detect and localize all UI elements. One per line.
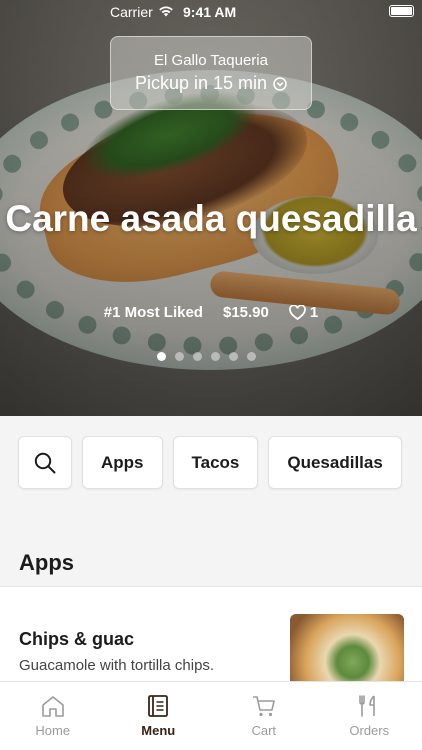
pickup-time: Pickup in 15 min (134, 73, 268, 93)
menu-item[interactable]: Chips & guac Guacamole with tortilla chi… (0, 587, 422, 694)
menu-icon (148, 695, 169, 717)
item-description: Guacamole with tortilla chips. (19, 657, 215, 674)
restaurant-selector[interactable]: El Gallo Taqueria Pickup in 15 min (110, 36, 312, 110)
wifi-icon (159, 6, 173, 17)
category-apps[interactable]: Apps (82, 436, 163, 489)
section-title: Apps (19, 550, 74, 575)
tab-orders[interactable]: Orders (317, 682, 422, 750)
tab-label: Cart (251, 723, 277, 738)
carousel-dot[interactable] (211, 352, 220, 361)
tab-home[interactable]: Home (0, 682, 106, 750)
category-tacos[interactable]: Tacos (172, 436, 259, 489)
tab-cart[interactable]: Cart (211, 682, 317, 750)
cart-icon (252, 696, 275, 717)
carousel-dot[interactable] (229, 352, 238, 361)
like-button[interactable]: 1 (289, 304, 318, 321)
home-icon (41, 696, 64, 717)
chevron-down-icon (273, 76, 287, 91)
carousel-dot[interactable] (247, 352, 256, 361)
carrier-label: Carrier (110, 4, 153, 20)
carousel-dot[interactable] (157, 352, 166, 361)
tab-label: Orders (349, 723, 390, 738)
tab-menu[interactable]: Menu (106, 682, 212, 750)
featured-title: Carne asada quesadilla (5, 198, 417, 239)
restaurant-name: El Gallo Taqueria (154, 52, 268, 69)
battery-icon (389, 5, 414, 17)
item-name: Chips & guac (19, 629, 135, 649)
tab-label: Menu (141, 723, 176, 738)
featured-price: $15.90 (222, 304, 269, 321)
search-button[interactable] (18, 436, 72, 489)
tab-bar: Home Menu Cart Orders (0, 681, 422, 750)
heart-icon (289, 305, 306, 320)
tab-label: Home (35, 723, 71, 738)
status-bar: Carrier 9:41 AM (0, 0, 422, 24)
menu-screen: Carrier 9:41 AM El Gallo Taqueria Pickup… (0, 0, 422, 750)
carousel-dot[interactable] (175, 352, 184, 361)
featured-rank: #1 Most Liked (103, 304, 203, 321)
featured-meta: #1 Most Liked $15.90 1 (0, 304, 422, 321)
carousel-dots[interactable] (157, 352, 256, 361)
search-icon (34, 452, 56, 473)
carousel-dot[interactable] (193, 352, 202, 361)
category-bar: Apps Tacos Quesadillas (18, 436, 402, 489)
clock: 9:41 AM (183, 4, 237, 20)
likes-count: 1 (309, 304, 319, 321)
category-quesadillas[interactable]: Quesadillas (268, 436, 402, 489)
featured-hero[interactable]: Carrier 9:41 AM El Gallo Taqueria Pickup… (0, 0, 422, 416)
orders-icon (359, 695, 376, 717)
